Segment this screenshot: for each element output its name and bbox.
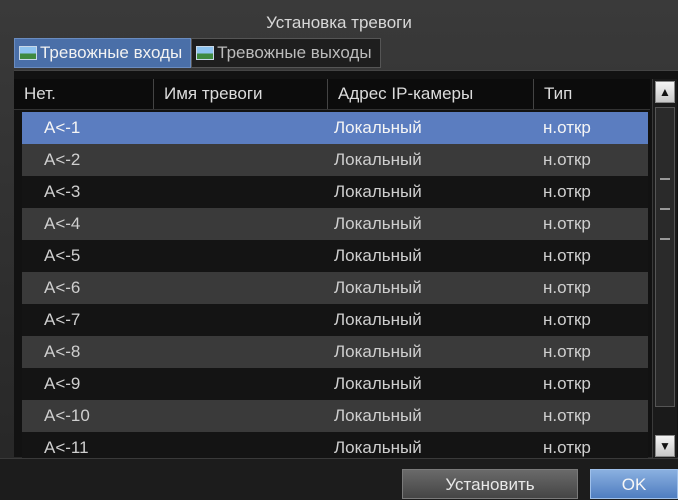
- cell-type: н.откр: [543, 118, 591, 137]
- cell-alarm-name: [150, 272, 328, 304]
- tab-label: Тревожные входы: [40, 43, 183, 62]
- cell-number: A<-10: [44, 406, 90, 425]
- set-button[interactable]: Установить: [402, 469, 578, 499]
- cell-type: н.откр: [543, 246, 591, 265]
- cell-ip-camera-address: Локальный: [334, 374, 422, 393]
- alarm-settings-window: Установка тревоги Тревожные входы Тревож…: [0, 0, 678, 500]
- table-row[interactable]: A<-7 Локальный н.откр: [22, 304, 648, 336]
- table-row[interactable]: A<-4 Локальный н.откр: [22, 208, 648, 240]
- cell-type: н.откр: [543, 310, 591, 329]
- cell-ip-camera-address: Локальный: [334, 182, 422, 201]
- cell-ip-camera-address: Локальный: [334, 150, 422, 169]
- column-header-number[interactable]: Нет.: [14, 79, 154, 109]
- cell-number: A<-2: [44, 150, 81, 169]
- cell-number: A<-4: [44, 214, 81, 233]
- cell-ip-camera-address: Локальный: [334, 406, 422, 425]
- column-header-alarm-name[interactable]: Имя тревоги: [154, 79, 328, 109]
- cell-alarm-name: [150, 208, 328, 240]
- table-row[interactable]: A<-10 Локальный н.откр: [22, 400, 648, 432]
- cell-number: A<-3: [44, 182, 81, 201]
- tab-label: Тревожные выходы: [217, 43, 372, 62]
- cell-ip-camera-address: Локальный: [334, 342, 422, 361]
- cell-type: н.откр: [543, 406, 591, 425]
- table-body: A<-1 Локальный н.откр A<-2 Локальный н.откр A<…: [22, 112, 648, 464]
- cell-alarm-name: [150, 368, 328, 400]
- picture-icon: [19, 46, 37, 60]
- cell-number: A<-6: [44, 278, 81, 297]
- window-title: Установка тревоги: [266, 13, 412, 32]
- cell-alarm-name: [150, 144, 328, 176]
- table-row[interactable]: A<-9 Локальный н.откр: [22, 368, 648, 400]
- grip-line: [660, 208, 670, 210]
- column-header-type[interactable]: Тип: [534, 79, 650, 109]
- grip-line: [660, 178, 670, 180]
- table-row[interactable]: A<-8 Локальный н.откр: [22, 336, 648, 368]
- cell-type: н.откр: [543, 214, 591, 233]
- cell-number: A<-9: [44, 374, 81, 393]
- cell-alarm-name: [150, 336, 328, 368]
- tab-alarm-inputs[interactable]: Тревожные входы: [14, 38, 192, 68]
- cell-alarm-name: [150, 112, 328, 144]
- cell-alarm-name: [150, 304, 328, 336]
- table-row[interactable]: A<-1 Локальный н.откр: [22, 112, 648, 144]
- tab-alarm-outputs[interactable]: Тревожные выходы: [191, 38, 381, 68]
- vertical-scrollbar[interactable]: ▲ ▼: [652, 79, 677, 459]
- cell-type: н.откр: [543, 182, 591, 201]
- cell-type: н.откр: [543, 374, 591, 393]
- footer-bar: Установить OK: [0, 458, 678, 500]
- table-row[interactable]: A<-6 Локальный н.откр: [22, 272, 648, 304]
- cell-ip-camera-address: Локальный: [334, 310, 422, 329]
- chevron-up-icon[interactable]: ▲: [655, 81, 675, 103]
- scrollbar-thumb[interactable]: [655, 107, 675, 407]
- grip-line: [660, 238, 670, 240]
- picture-icon: [196, 46, 215, 60]
- table-row[interactable]: A<-2 Локальный н.откр: [22, 144, 648, 176]
- cell-ip-camera-address: Локальный: [334, 246, 422, 265]
- cell-type: н.откр: [543, 150, 591, 169]
- cell-number: A<-7: [44, 310, 81, 329]
- cell-number: A<-8: [44, 342, 81, 361]
- alarm-inputs-panel: Нет. Имя тревоги Адрес IP-камеры Тип A<-…: [14, 70, 678, 464]
- ok-button[interactable]: OK: [590, 469, 678, 499]
- cell-alarm-name: [150, 400, 328, 432]
- cell-alarm-name: [150, 176, 328, 208]
- column-header-ip-camera-address[interactable]: Адрес IP-камеры: [328, 79, 534, 109]
- table-header: Нет. Имя тревоги Адрес IP-камеры Тип: [14, 79, 650, 110]
- cell-ip-camera-address: Локальный: [334, 278, 422, 297]
- cell-type: н.откр: [543, 278, 591, 297]
- cell-ip-camera-address: Локальный: [334, 214, 422, 233]
- cell-number: A<-1: [44, 118, 81, 137]
- chevron-down-icon[interactable]: ▼: [655, 435, 675, 457]
- cell-type: н.откр: [543, 342, 591, 361]
- table-row[interactable]: A<-5 Локальный н.откр: [22, 240, 648, 272]
- cell-number: A<-5: [44, 246, 81, 265]
- cell-ip-camera-address: Локальный: [334, 118, 422, 137]
- table-row[interactable]: A<-3 Локальный н.откр: [22, 176, 648, 208]
- cell-alarm-name: [150, 240, 328, 272]
- tab-bar: Тревожные входы Тревожные выходы: [14, 38, 381, 68]
